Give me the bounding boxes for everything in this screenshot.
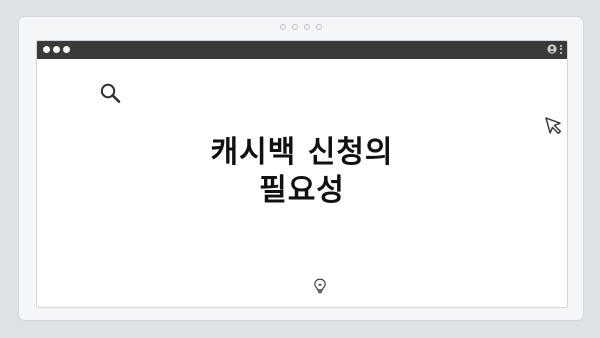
kebab-menu-icon[interactable]: [560, 44, 562, 54]
slide-content: 캐시백 신청의 필요성: [37, 59, 567, 307]
headline-line-2: 필요성: [259, 173, 345, 208]
cursor-icon: [545, 117, 562, 135]
pager-dot[interactable]: [292, 24, 298, 30]
close-window-button[interactable]: [43, 46, 50, 53]
pager-dot[interactable]: [304, 24, 310, 30]
pager-dot[interactable]: [316, 24, 322, 30]
minimize-window-button[interactable]: [53, 46, 60, 53]
maximize-window-button[interactable]: [63, 46, 70, 53]
window-controls: [43, 46, 70, 53]
slide-headline: 캐시백 신청의 필요성: [37, 134, 567, 210]
account-icon[interactable]: [547, 44, 557, 54]
headline-line-1: 캐시백 신청의: [210, 135, 394, 170]
search-icon: [100, 83, 121, 103]
pager-dot[interactable]: [280, 24, 286, 30]
presentation-frame: 캐시백 신청의 필요성: [19, 17, 583, 320]
browser-window: 캐시백 신청의 필요성: [36, 40, 568, 308]
pager-dots: [19, 24, 583, 30]
titlebar-actions: [547, 44, 562, 54]
window-titlebar: [37, 41, 567, 59]
lightbulb-icon: [314, 278, 326, 294]
